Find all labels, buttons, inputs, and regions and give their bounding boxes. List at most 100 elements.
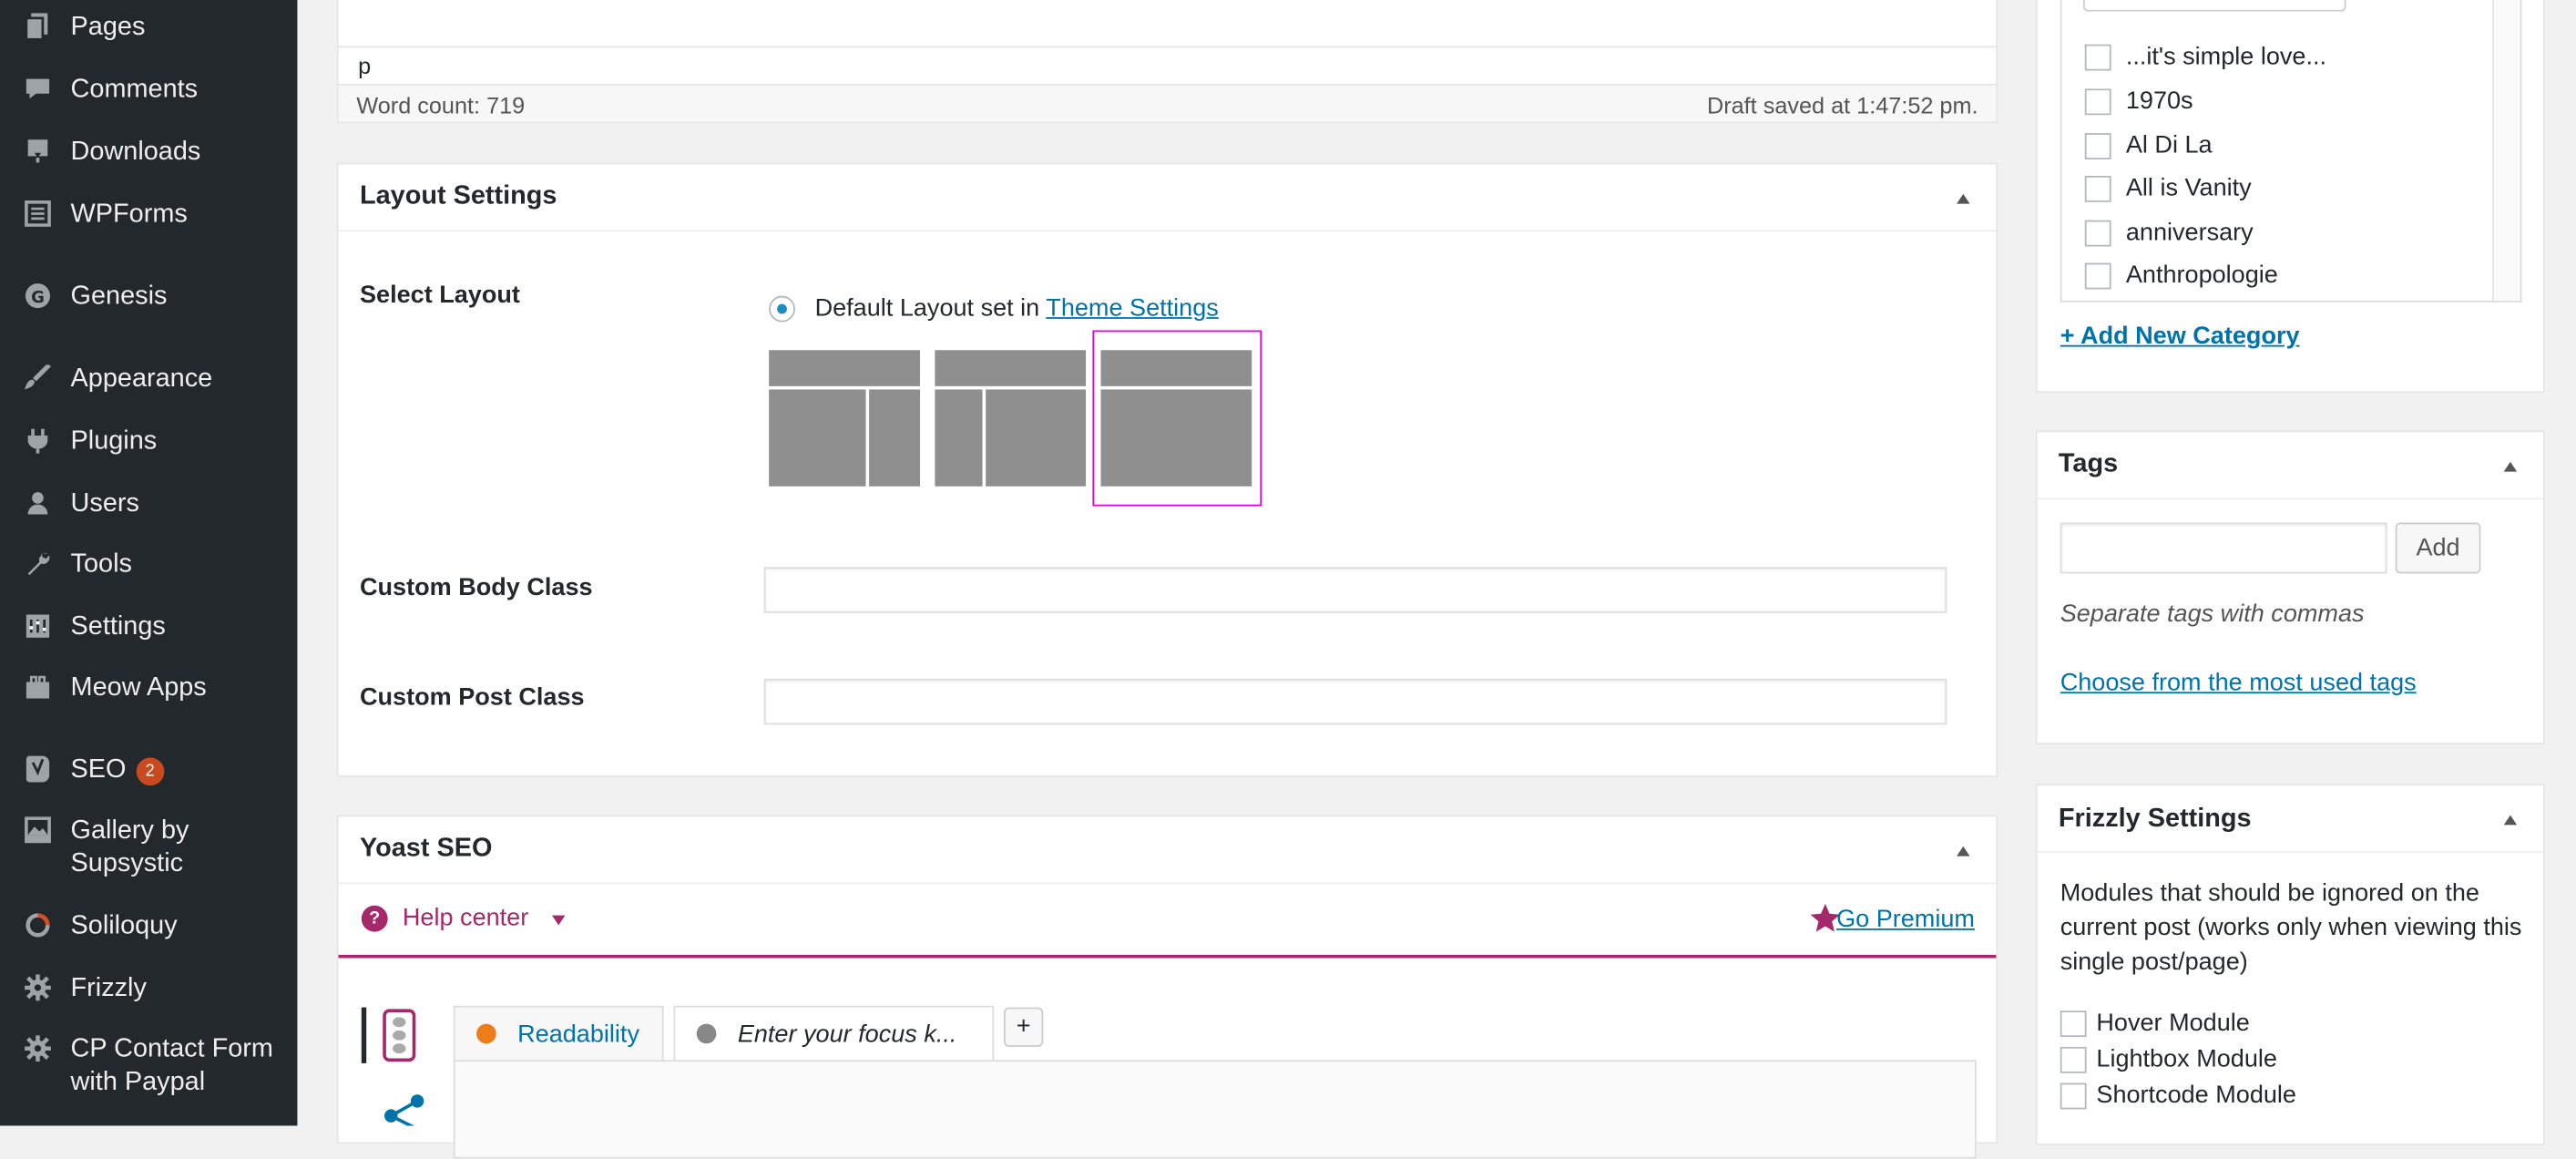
yoast-seo-header[interactable]: Yoast SEO <box>338 816 1997 885</box>
gallery-icon <box>23 815 52 845</box>
tags-hint: Separate tags with commas <box>2060 600 2365 628</box>
layout-settings-title: Layout Settings <box>359 182 557 210</box>
sidebar-item-label: Frizzly <box>70 974 147 1003</box>
help-question-icon: ? <box>361 905 388 932</box>
yoast-seo-box: Yoast SEO ? Help center Go Premium Reada… <box>336 815 1998 1159</box>
users-icon <box>23 488 52 518</box>
sidebar-item-label: Gallery by Supsystic <box>70 816 189 878</box>
sidebar-item-label: Appearance <box>70 364 213 394</box>
layout-settings-box: Layout Settings Select Layout Default La… <box>336 162 1998 778</box>
sidebar-item-label: Users <box>70 489 139 518</box>
add-keyword-tab-button[interactable]: + <box>1003 1007 1044 1047</box>
sidebar-item-label: Downloads <box>70 138 201 167</box>
help-center-dropdown-icon[interactable] <box>552 915 566 926</box>
help-center-button[interactable]: Help center <box>403 904 528 932</box>
category-checkbox[interactable] <box>2084 262 2111 290</box>
editor-status-bar: Word count: 719 Draft saved at 1:47:52 p… <box>338 83 1997 122</box>
plugins-icon <box>23 426 52 455</box>
sidebar-item-label: Settings <box>70 612 166 641</box>
tab-readability-label: Readability <box>517 1021 639 1049</box>
wpforms-icon <box>23 199 52 228</box>
layout-settings-header[interactable]: Layout Settings <box>338 164 1997 232</box>
default-layout-radio[interactable] <box>769 295 795 323</box>
theme-settings-link[interactable]: Theme Settings <box>1046 294 1218 323</box>
wp-admin-screen: Pages Comments Downloads WPForms G Genes… <box>0 0 2576 1159</box>
module-label: Shortcode Module <box>2096 1081 2296 1110</box>
category-label: All is Vanity <box>2125 174 2252 202</box>
category-scrollbar[interactable] <box>2492 0 2520 302</box>
layout-sidebar-content[interactable] <box>935 350 1087 487</box>
module-checkbox[interactable] <box>2060 1010 2087 1038</box>
toggle-arrow-icon[interactable] <box>2503 815 2518 826</box>
sidebar-item-label: Tools <box>70 550 132 579</box>
category-checkbox[interactable] <box>2084 44 2111 71</box>
category-label: anniversary <box>2125 218 2254 247</box>
add-new-category-link[interactable]: + Add New Category <box>2060 323 2300 351</box>
yoast-sidebar-tabs <box>361 1007 417 1063</box>
active-tab-indicator <box>361 1007 367 1063</box>
add-tag-button[interactable]: Add <box>2395 522 2481 574</box>
editor-content-area[interactable] <box>338 0 1997 48</box>
editor-path: p <box>358 52 372 79</box>
categories-box: ...it's simple love... 1970s Al Di La Al… <box>2035 0 2545 394</box>
tag-input[interactable] <box>2060 522 2387 574</box>
sidebar-item-label: Comments <box>70 75 199 104</box>
sidebar-item-label: Soliloquy <box>70 911 178 940</box>
category-label: Anthropologie <box>2125 261 2278 290</box>
tab-focus-keyword[interactable]: Enter your focus k... <box>673 1005 995 1062</box>
go-premium-link[interactable]: Go Premium <box>1836 906 1975 934</box>
frizzly-gear-icon <box>23 973 52 1002</box>
comments-icon <box>23 74 52 103</box>
soliloquy-icon <box>23 910 52 939</box>
category-checkbox[interactable] <box>2084 175 2111 202</box>
tags-header[interactable]: Tags <box>2037 432 2543 500</box>
tab-readability[interactable]: Readability <box>453 1005 664 1061</box>
meow-apps-icon <box>23 672 52 702</box>
pages-icon <box>23 12 52 41</box>
keyword-score-icon <box>696 1023 717 1044</box>
custom-body-class-input[interactable] <box>763 567 1947 613</box>
sidebar-item-label: Genesis <box>70 282 168 311</box>
module-label: Lightbox Module <box>2096 1045 2277 1073</box>
module-checkbox[interactable] <box>2060 1082 2087 1110</box>
yoast-analysis-panel <box>453 1060 1977 1159</box>
share-icon[interactable] <box>381 1092 427 1133</box>
module-label: Hover Module <box>2096 1009 2250 1038</box>
category-checkbox[interactable] <box>2084 88 2111 116</box>
frizzly-description: Modules that should be ignored on the cu… <box>2060 878 2522 977</box>
category-checkbox[interactable] <box>2084 220 2111 247</box>
draft-saved-status: Draft saved at 1:47:52 pm. <box>1706 92 1978 118</box>
appearance-icon <box>23 364 52 393</box>
svg-text:G: G <box>31 288 45 307</box>
sidebar-item-label: Plugins <box>70 426 158 456</box>
category-checkbox[interactable] <box>2084 133 2111 159</box>
tags-title: Tags <box>2058 450 2119 478</box>
post-editor: p Word count: 719 Draft saved at 1:47:52… <box>336 0 1998 124</box>
yoast-seo-title: Yoast SEO <box>359 835 493 863</box>
category-label: 1970s <box>2125 87 2193 116</box>
frizzly-settings-header[interactable]: Frizzly Settings <box>2037 785 2543 854</box>
toggle-arrow-icon[interactable] <box>1957 193 1970 204</box>
traffic-light-icon[interactable] <box>383 1009 416 1062</box>
category-label: ...it's simple love... <box>2125 42 2327 71</box>
frizzly-settings-box: Frizzly Settings Modules that should be … <box>2035 784 2545 1146</box>
frizzly-settings-title: Frizzly Settings <box>2058 805 2252 834</box>
module-checkbox[interactable] <box>2060 1046 2087 1073</box>
radio-selected-dot <box>777 303 787 314</box>
word-count: Word count: 719 <box>356 92 526 118</box>
custom-post-class-label: Custom Post Class <box>359 683 585 712</box>
settings-sliders-icon <box>23 611 52 641</box>
toggle-arrow-icon[interactable] <box>2503 461 2518 472</box>
custom-post-class-input[interactable] <box>763 678 1947 725</box>
category-label: Al Di La <box>2125 131 2213 159</box>
choose-most-used-tags-link[interactable]: Choose from the most used tags <box>2060 669 2417 697</box>
readability-score-icon <box>476 1023 496 1044</box>
seo-notification-badge: 2 <box>136 757 164 786</box>
genesis-icon: G <box>23 281 52 310</box>
layout-content-sidebar[interactable] <box>769 350 921 487</box>
toggle-arrow-icon[interactable] <box>1957 846 1970 856</box>
downloads-icon <box>23 137 52 166</box>
layout-full-width[interactable] <box>1100 350 1252 487</box>
default-layout-text: Default Layout set in Theme Settings <box>814 293 1219 323</box>
sidebar-item-label: CP Contact Form with Paypal <box>70 1035 273 1097</box>
